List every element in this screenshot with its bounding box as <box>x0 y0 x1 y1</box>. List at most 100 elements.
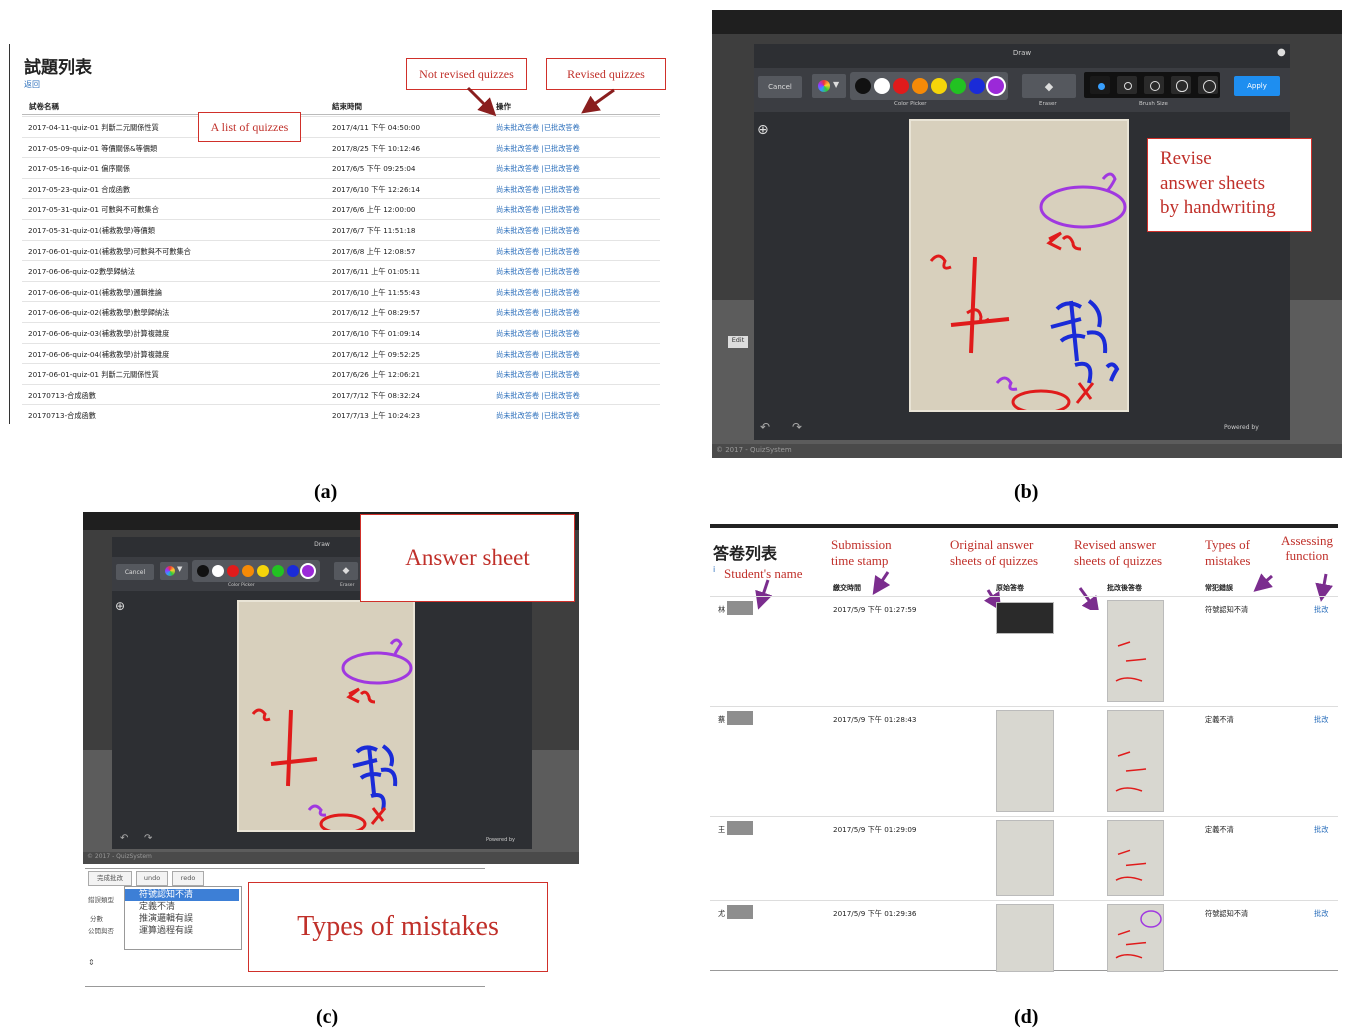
table-row: 2017-06-06-quiz-03(補救教學)計算複雜度 2017/6/10 下… <box>22 322 660 343</box>
cancel-button[interactable]: Cancel <box>758 76 802 98</box>
revised-sheet-thumbnail[interactable] <box>1107 820 1164 896</box>
color-swatch[interactable] <box>302 565 314 577</box>
apply-button[interactable]: Apply <box>1234 76 1280 96</box>
color-palette[interactable] <box>850 72 1008 100</box>
revised-link[interactable]: 已批改答卷 <box>544 391 580 400</box>
revised-sheet-thumbnail[interactable] <box>1107 600 1164 702</box>
color-swatch[interactable] <box>931 78 947 94</box>
color-palette[interactable] <box>192 560 320 582</box>
color-swatch[interactable] <box>912 78 928 94</box>
revised-link[interactable]: 已批改答卷 <box>544 308 580 317</box>
not-revised-link[interactable]: 尚未批改答卷 <box>496 144 539 153</box>
finish-revision-button[interactable]: 完成批改 <box>88 871 132 886</box>
revised-sheet-thumbnail[interactable] <box>1107 710 1164 812</box>
color-swatch[interactable] <box>988 78 1004 94</box>
not-revised-link[interactable]: 尚未批改答卷 <box>496 329 539 338</box>
zoom-icon[interactable]: ⊕ <box>757 122 769 138</box>
brush-size-option[interactable] <box>1117 76 1137 94</box>
color-swatch[interactable] <box>257 565 269 577</box>
not-revised-link[interactable]: 尚未批改答卷 <box>496 411 539 420</box>
revised-link[interactable]: 已批改答卷 <box>544 370 580 379</box>
footer-text: © 2017 - QuizSystem <box>87 853 152 860</box>
revised-link[interactable]: 已批改答卷 <box>544 226 580 235</box>
color-picker-icon[interactable]: ▼ <box>160 562 188 580</box>
color-swatch[interactable] <box>212 565 224 577</box>
revised-link[interactable]: 已批改答卷 <box>544 123 580 132</box>
not-revised-link[interactable]: 尚未批改答卷 <box>496 164 539 173</box>
assess-link[interactable]: 批改 <box>1314 715 1328 725</box>
color-swatch[interactable] <box>950 78 966 94</box>
revised-link[interactable]: 已批改答卷 <box>544 411 580 420</box>
revised-link[interactable]: 已批改答卷 <box>544 247 580 256</box>
brush-size-option[interactable] <box>1144 76 1164 94</box>
not-revised-link[interactable]: 尚未批改答卷 <box>496 288 539 297</box>
assess-link[interactable]: 批改 <box>1314 909 1328 919</box>
revised-link[interactable]: 已批改答卷 <box>544 288 580 297</box>
undo-button[interactable]: undo <box>136 871 168 886</box>
color-swatch[interactable] <box>969 78 985 94</box>
undo-arrow-icon[interactable]: ↶ <box>760 420 770 434</box>
edit-tab[interactable]: Edit <box>728 336 748 348</box>
eraser-button[interactable]: ◆ <box>334 562 358 580</box>
revised-link[interactable]: 已批改答卷 <box>544 144 580 153</box>
redo-button[interactable]: redo <box>172 871 204 886</box>
redo-arrow-icon[interactable]: ↷ <box>792 420 802 434</box>
red-marks-icon <box>1115 751 1147 792</box>
eraser-label: Eraser <box>340 583 355 588</box>
color-swatch[interactable] <box>287 565 299 577</box>
revised-link[interactable]: 已批改答卷 <box>544 267 580 276</box>
revised-link[interactable]: 已批改答卷 <box>544 350 580 359</box>
not-revised-link[interactable]: 尚未批改答卷 <box>496 123 539 132</box>
undo-arrow-icon[interactable]: ↶ <box>120 833 128 844</box>
brush-size-option[interactable] <box>1171 76 1191 94</box>
color-swatch[interactable] <box>197 565 209 577</box>
color-swatch[interactable] <box>227 565 239 577</box>
zoom-icon[interactable]: ⊕ <box>115 599 125 613</box>
original-sheet-thumbnail[interactable] <box>996 602 1054 634</box>
not-revised-link[interactable]: 尚未批改答卷 <box>496 226 539 235</box>
mistake-type-dropdown[interactable]: 符號認知不清 定義不清 推演邏輯有誤 運算過程有誤 <box>124 886 242 950</box>
original-sheet-thumbnail[interactable] <box>996 710 1054 812</box>
not-revised-link[interactable]: 尚未批改答卷 <box>496 350 539 359</box>
sort-icon[interactable]: ⇕ <box>88 958 95 967</box>
revised-link[interactable]: 已批改答卷 <box>544 185 580 194</box>
original-sheet-thumbnail[interactable] <box>996 904 1054 972</box>
brush-size-option[interactable] <box>1090 76 1110 94</box>
assess-link[interactable]: 批改 <box>1314 825 1328 835</box>
end-time: 2017/6/11 上午 01:05:11 <box>332 267 421 277</box>
mistake-option[interactable]: 符號認知不清 <box>125 889 239 901</box>
revised-link[interactable]: 已批改答卷 <box>544 205 580 214</box>
color-swatch[interactable] <box>874 78 890 94</box>
color-swatch[interactable] <box>242 565 254 577</box>
color-swatch[interactable] <box>855 78 871 94</box>
not-revised-link[interactable]: 尚未批改答卷 <box>496 391 539 400</box>
revised-link[interactable]: 已批改答卷 <box>544 164 580 173</box>
mistake-option[interactable]: 推演邏輯有誤 <box>125 913 239 925</box>
not-revised-link[interactable]: 尚未批改答卷 <box>496 370 539 379</box>
cancel-button[interactable]: Cancel <box>116 564 154 580</box>
brush-size-option[interactable] <box>1198 76 1218 94</box>
not-revised-link[interactable]: 尚未批改答卷 <box>496 267 539 276</box>
close-icon[interactable]: ● <box>1277 47 1286 58</box>
original-sheet-thumbnail[interactable] <box>996 820 1054 896</box>
not-revised-link[interactable]: 尚未批改答卷 <box>496 247 539 256</box>
row-actions: 尚未批改答卷 |已批改答卷 <box>496 391 580 401</box>
revised-sheet-thumbnail[interactable] <box>1107 904 1164 972</box>
mistake-option[interactable]: 定義不清 <box>125 901 239 913</box>
not-revised-link[interactable]: 尚未批改答卷 <box>496 308 539 317</box>
student-surname: 林 <box>718 605 726 614</box>
redo-arrow-icon[interactable]: ↷ <box>144 833 152 844</box>
not-revised-link[interactable]: 尚未批改答卷 <box>496 205 539 214</box>
color-swatch[interactable] <box>272 565 284 577</box>
color-swatch[interactable] <box>893 78 909 94</box>
assess-link[interactable]: 批改 <box>1314 605 1328 615</box>
back-link[interactable]: 返回 <box>24 79 40 90</box>
brush-size-group[interactable] <box>1084 72 1220 98</box>
color-picker-label: Color Picker <box>894 101 927 107</box>
eraser-icon: ◆ <box>342 566 350 576</box>
mistake-option[interactable]: 運算過程有誤 <box>125 925 239 937</box>
eraser-button[interactable]: ◆ <box>1022 74 1076 98</box>
color-picker-icon[interactable]: ▼ <box>812 74 846 98</box>
revised-link[interactable]: 已批改答卷 <box>544 329 580 338</box>
not-revised-link[interactable]: 尚未批改答卷 <box>496 185 539 194</box>
